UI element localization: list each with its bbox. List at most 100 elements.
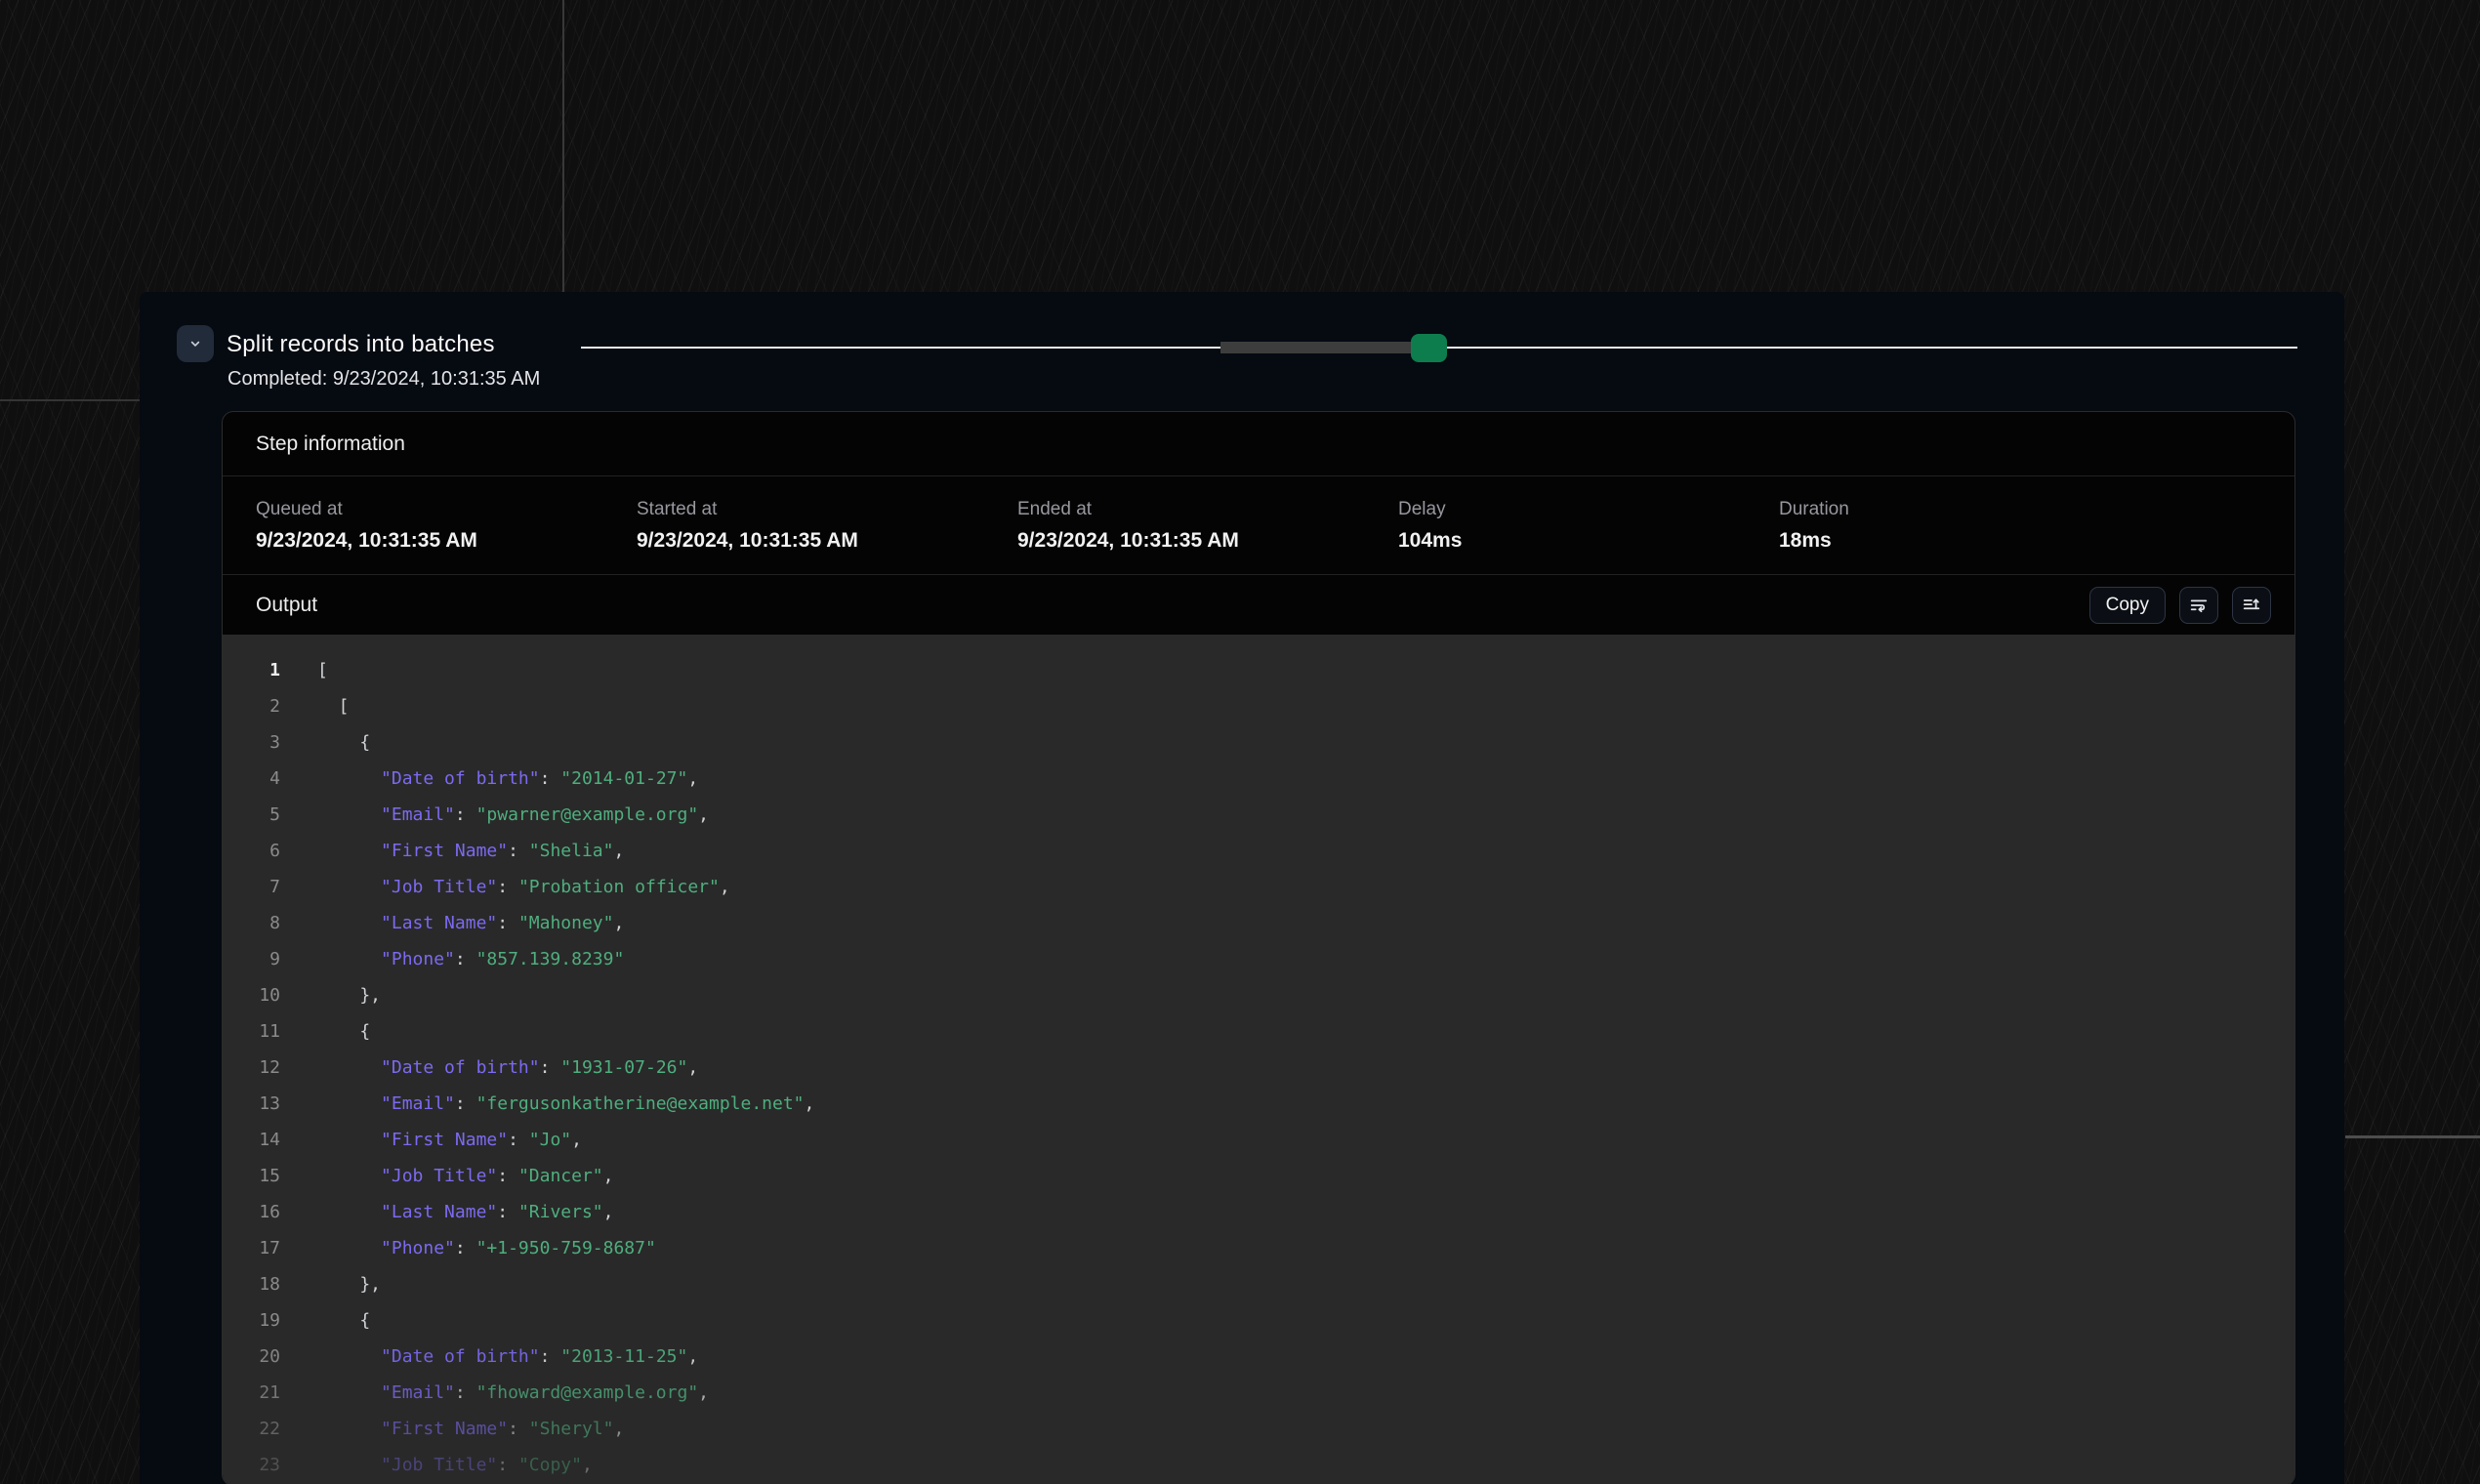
code-line-text: "Job Title": "Probation officer", xyxy=(317,877,730,897)
code-line: 19 { xyxy=(223,1302,2294,1339)
code-line: 5 "Email": "pwarner@example.org", xyxy=(223,797,2294,833)
chevron-down-icon xyxy=(186,335,204,352)
wrap-text-button[interactable] xyxy=(2179,587,2218,624)
code-line-text: }, xyxy=(317,985,381,1006)
code-line: 17 "Phone": "+1-950-759-8687" xyxy=(223,1230,2294,1266)
copy-button[interactable]: Copy xyxy=(2089,587,2166,624)
line-number: 17 xyxy=(223,1230,280,1266)
line-number: 23 xyxy=(223,1447,280,1483)
code-line-text: { xyxy=(317,1310,370,1331)
code-line-text: "Job Title": "Copy", xyxy=(317,1455,593,1475)
line-number: 18 xyxy=(223,1266,280,1302)
info-field: Ended at9/23/2024, 10:31:35 AM xyxy=(1017,499,1398,553)
wrap-text-icon xyxy=(2188,595,2210,616)
code-line-text: }, xyxy=(317,1274,381,1295)
code-line-text: "Phone": "857.139.8239" xyxy=(317,949,624,969)
code-line-text: "Date of birth": "2014-01-27", xyxy=(317,768,698,789)
line-number: 5 xyxy=(223,797,280,833)
scroll-to-top-button[interactable] xyxy=(2232,587,2271,624)
info-field-value: 104ms xyxy=(1398,529,1779,553)
line-number: 16 xyxy=(223,1194,280,1230)
code-line-text: "Email": "fhoward@example.org", xyxy=(317,1382,709,1403)
info-field: Started at 9/23/2024, 10:31:35 AM xyxy=(637,499,1017,553)
line-number: 21 xyxy=(223,1375,280,1411)
background-right-edge-line xyxy=(2345,1135,2480,1138)
code-line: 6 "First Name": "Shelia", xyxy=(223,833,2294,869)
info-field-label: Started at xyxy=(637,499,1017,520)
info-field-value: 9/23/2024, 10:31:35 AM xyxy=(256,529,637,553)
code-line: 7 "Job Title": "Probation officer", xyxy=(223,869,2294,905)
step-information-card: Step information Queued at9/23/2024, 10:… xyxy=(222,411,2295,1484)
line-number: 19 xyxy=(223,1302,280,1339)
slider-handle[interactable] xyxy=(1411,334,1447,362)
background-vertical-line xyxy=(562,0,564,293)
code-line-text: "Last Name": "Mahoney", xyxy=(317,913,624,933)
line-number: 13 xyxy=(223,1086,280,1122)
code-line: 9 "Phone": "857.139.8239" xyxy=(223,941,2294,977)
line-number: 15 xyxy=(223,1158,280,1194)
code-line-text: "Job Title": "Dancer", xyxy=(317,1166,613,1186)
code-line-text: { xyxy=(317,732,370,753)
line-number: 10 xyxy=(223,977,280,1013)
line-number: 3 xyxy=(223,724,280,761)
code-line-text: { xyxy=(317,1021,370,1042)
step-title: Split records into batches xyxy=(227,331,495,358)
code-line: 13 "Email": "fergusonkatherine@example.n… xyxy=(223,1086,2294,1122)
info-field: Duration 18ms xyxy=(1779,499,2160,553)
step-information-fields: Queued at9/23/2024, 10:31:35 AMStarted a… xyxy=(223,476,2294,575)
code-line-text: "First Name": "Sheryl", xyxy=(317,1419,624,1439)
code-line: 3 { xyxy=(223,724,2294,761)
code-line: 14 "First Name": "Jo", xyxy=(223,1122,2294,1158)
code-line: 22 "First Name": "Sheryl", xyxy=(223,1411,2294,1447)
output-code-viewer[interactable]: 1[2 [3 {4 "Date of birth": "2014-01-27",… xyxy=(223,635,2294,1484)
line-number: 22 xyxy=(223,1411,280,1447)
line-number: 1 xyxy=(223,652,280,688)
code-line: 11 { xyxy=(223,1013,2294,1050)
step-status-text: Completed: 9/23/2024, 10:31:35 AM xyxy=(227,368,540,391)
slider-track-segment xyxy=(1220,342,1411,353)
code-line: 16 "Last Name": "Rivers", xyxy=(223,1194,2294,1230)
step-detail-panel: Split records into batches Completed: 9/… xyxy=(140,292,2344,1484)
info-field-label: Duration xyxy=(1779,499,2160,520)
code-line: 8 "Last Name": "Mahoney", xyxy=(223,905,2294,941)
line-number: 2 xyxy=(223,688,280,724)
code-line-text: "Last Name": "Rivers", xyxy=(317,1202,613,1222)
step-information-header: Step information xyxy=(223,412,2294,476)
line-number: 9 xyxy=(223,941,280,977)
code-line-text: "Email": "pwarner@example.org", xyxy=(317,804,709,825)
code-line-text: [ xyxy=(317,696,350,717)
line-number: 7 xyxy=(223,869,280,905)
line-number: 11 xyxy=(223,1013,280,1050)
code-line-text: "First Name": "Jo", xyxy=(317,1130,582,1150)
step-information-title: Step information xyxy=(256,433,405,456)
info-field-value: 9/23/2024, 10:31:35 AM xyxy=(637,529,1017,553)
line-number: 20 xyxy=(223,1339,280,1375)
line-number: 12 xyxy=(223,1050,280,1086)
output-title: Output xyxy=(256,594,317,617)
info-field-label: Queued at xyxy=(256,499,637,520)
code-line-text: "Email": "fergusonkatherine@example.net"… xyxy=(317,1093,814,1114)
output-header: Output Copy xyxy=(223,575,2294,635)
info-field: Queued at 9/23/2024, 10:31:35 AM xyxy=(256,499,637,553)
line-number: 4 xyxy=(223,761,280,797)
code-line: 1[ xyxy=(223,652,2294,688)
info-field-label: Delay xyxy=(1398,499,1779,520)
code-line-text: "Phone": "+1-950-759-8687" xyxy=(317,1238,656,1258)
info-field: Delay 104ms xyxy=(1398,499,1779,553)
code-line-text: "First Name": "Shelia", xyxy=(317,841,624,861)
code-line: 10 }, xyxy=(223,977,2294,1013)
code-line: 18 }, xyxy=(223,1266,2294,1302)
code-line: 21 "Email": "fhoward@example.org", xyxy=(223,1375,2294,1411)
line-number: 8 xyxy=(223,905,280,941)
output-actions: Copy xyxy=(2089,587,2271,624)
code-line: 15 "Job Title": "Dancer", xyxy=(223,1158,2294,1194)
code-line-text: "Date of birth": "1931-07-26", xyxy=(317,1057,698,1078)
info-field-value: 9/23/2024, 10:31:35 AM xyxy=(1017,529,1398,553)
code-line: 2 [ xyxy=(223,688,2294,724)
code-line-text: "Date of birth": "2013-11-25", xyxy=(317,1346,698,1367)
info-field-value: 18ms xyxy=(1779,529,2160,553)
collapse-step-button[interactable] xyxy=(177,325,214,362)
code-line: 12 "Date of birth": "1931-07-26", xyxy=(223,1050,2294,1086)
code-line: 4 "Date of birth": "2014-01-27", xyxy=(223,761,2294,797)
timeline-slider[interactable] xyxy=(581,333,2297,363)
